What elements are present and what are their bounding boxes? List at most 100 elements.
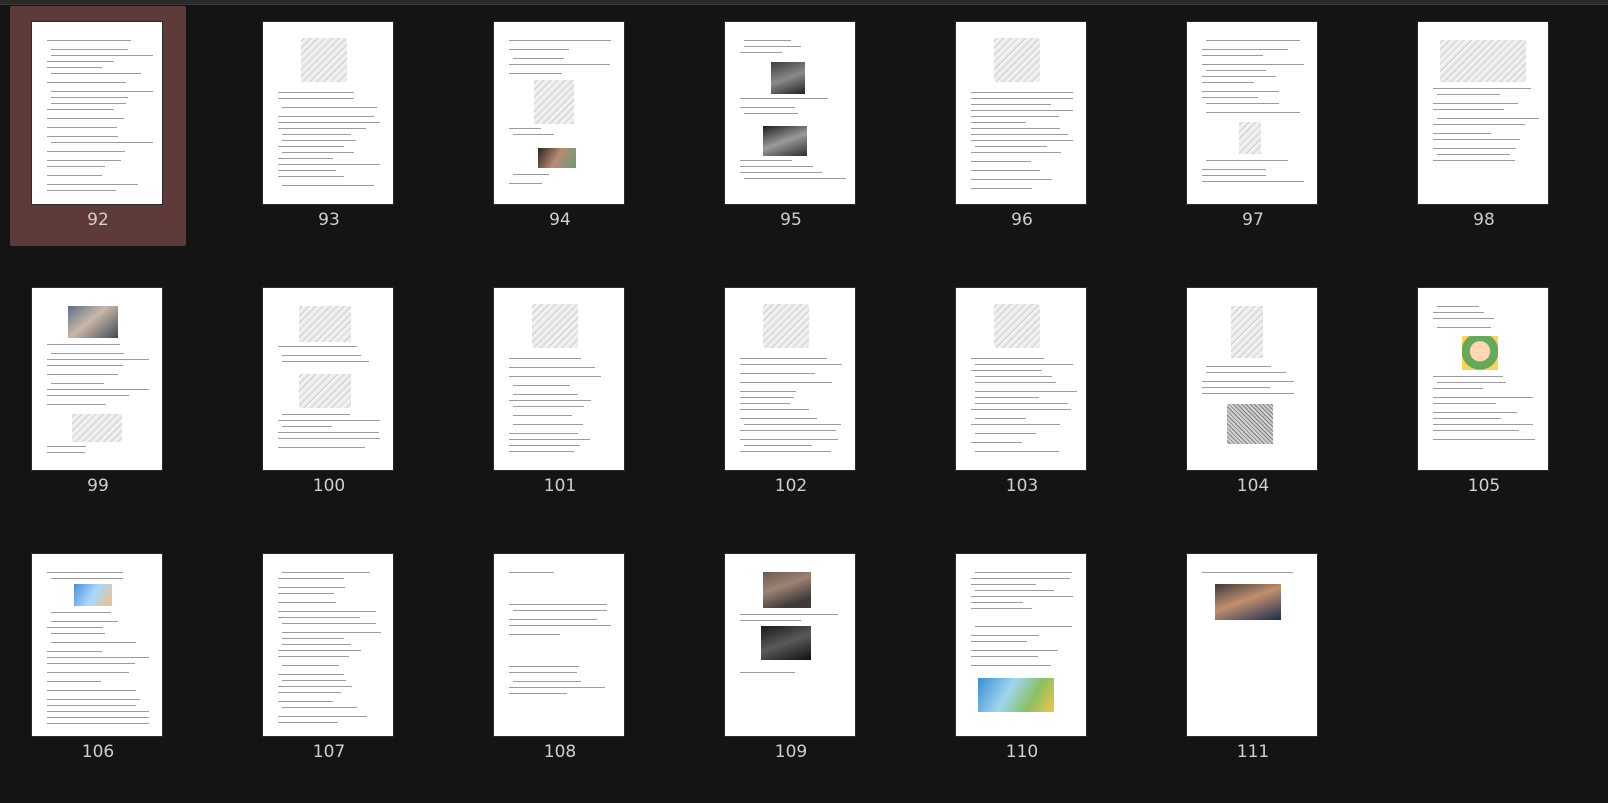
- photo-image: [771, 62, 805, 94]
- page-preview: [725, 288, 855, 470]
- text-line: [278, 128, 367, 130]
- sketch-image: [1231, 306, 1263, 358]
- text-line: [47, 365, 124, 367]
- page-thumbnail-99[interactable]: 99: [10, 272, 186, 512]
- page-preview: [494, 554, 624, 736]
- text-line: [740, 364, 842, 366]
- text-line: [509, 451, 575, 453]
- page-thumbnail-110[interactable]: 110: [934, 538, 1110, 778]
- text-line: [47, 711, 149, 713]
- text-line: [740, 439, 838, 441]
- text-line: [509, 687, 606, 689]
- text-line: [47, 374, 118, 376]
- page-thumbnail-108[interactable]: 108: [472, 538, 648, 778]
- page-preview: [1187, 288, 1317, 470]
- page-thumbnail-104[interactable]: 104: [1165, 272, 1341, 512]
- text-line: [1206, 112, 1300, 114]
- text-line: [1437, 94, 1500, 96]
- text-line: [278, 692, 341, 694]
- text-line: [971, 161, 1032, 163]
- page-thumbnail-103[interactable]: 103: [934, 272, 1110, 512]
- text-line: [278, 438, 380, 440]
- text-line: [509, 604, 607, 606]
- text-line: [1433, 418, 1501, 420]
- text-line: [278, 578, 344, 580]
- page-thumbnail-97[interactable]: 97: [1165, 6, 1341, 246]
- text-line: [1433, 424, 1534, 426]
- page-thumbnail-102[interactable]: 102: [703, 272, 879, 512]
- text-line: [51, 103, 127, 105]
- text-line: [975, 418, 1026, 420]
- text-line: [975, 433, 1036, 435]
- text-line: [975, 376, 1052, 378]
- text-line: [47, 452, 85, 454]
- page-thumbnail-98[interactable]: 98: [1396, 6, 1572, 246]
- text-line: [47, 657, 149, 659]
- text-line: [971, 128, 1061, 130]
- text-line: [740, 391, 797, 393]
- text-line: [1437, 154, 1511, 156]
- page-thumbnail-105[interactable]: 105: [1396, 272, 1572, 512]
- page-preview: [263, 288, 393, 470]
- text-line: [1437, 327, 1492, 329]
- sketch-image: [299, 374, 351, 408]
- text-line: [278, 722, 339, 724]
- page-preview: [1418, 288, 1548, 470]
- text-line: [282, 361, 370, 363]
- text-line: [282, 665, 340, 667]
- text-line: [278, 158, 334, 160]
- page-thumbnail-95[interactable]: 95: [703, 6, 879, 246]
- sketch-image: [301, 38, 347, 82]
- page-thumbnail-96[interactable]: 96: [934, 6, 1110, 246]
- page-preview: [32, 288, 162, 470]
- text-line: [1437, 306, 1479, 308]
- text-line: [513, 610, 607, 612]
- text-line: [47, 166, 106, 168]
- text-line: [513, 58, 565, 60]
- page-thumbnail-109[interactable]: 109: [703, 538, 879, 778]
- text-line: [740, 382, 832, 384]
- text-line: [1433, 109, 1505, 111]
- text-line: [47, 359, 149, 361]
- page-number-label: 106: [81, 742, 115, 762]
- text-line: [1202, 175, 1266, 177]
- text-line: [1206, 160, 1289, 162]
- text-line: [47, 344, 121, 346]
- page-thumbnail-94[interactable]: 94: [472, 6, 648, 246]
- text-line: [1433, 88, 1532, 90]
- page-number-label: 108: [543, 742, 577, 762]
- page-number-label: 100: [312, 476, 346, 496]
- text-line: [740, 451, 832, 453]
- text-line: [51, 97, 128, 99]
- text-line: [278, 656, 350, 658]
- page-preview: [956, 554, 1086, 736]
- text-line: [975, 451, 1059, 453]
- page-preview: [32, 22, 162, 204]
- text-line: [513, 681, 581, 683]
- text-line: [513, 406, 585, 408]
- text-line: [509, 49, 570, 51]
- video-image: [1215, 584, 1281, 620]
- text-line: [1433, 312, 1484, 314]
- text-line: [1433, 124, 1526, 126]
- page-thumbnail-111[interactable]: 111: [1165, 538, 1341, 778]
- text-line: [47, 109, 114, 111]
- text-line: [1433, 388, 1484, 390]
- text-line: [278, 170, 336, 172]
- text-line: [278, 716, 367, 718]
- page-thumbnail-107[interactable]: 107: [241, 538, 417, 778]
- page-number-label: 93: [318, 210, 340, 230]
- text-line: [975, 382, 1057, 384]
- text-line: [971, 424, 1061, 426]
- page-thumbnail-93[interactable]: 93: [241, 6, 417, 246]
- text-line: [278, 593, 334, 595]
- page-thumbnail-106[interactable]: 106: [10, 538, 186, 778]
- page-thumbnail-101[interactable]: 101: [472, 272, 648, 512]
- photo-image: [761, 626, 811, 660]
- text-line: [282, 638, 345, 640]
- page-number-label: 103: [1005, 476, 1039, 496]
- text-line: [51, 73, 142, 75]
- page-thumbnail-92[interactable]: 92: [10, 6, 186, 246]
- page-thumbnail-100[interactable]: 100: [241, 272, 417, 512]
- text-line: [278, 617, 361, 619]
